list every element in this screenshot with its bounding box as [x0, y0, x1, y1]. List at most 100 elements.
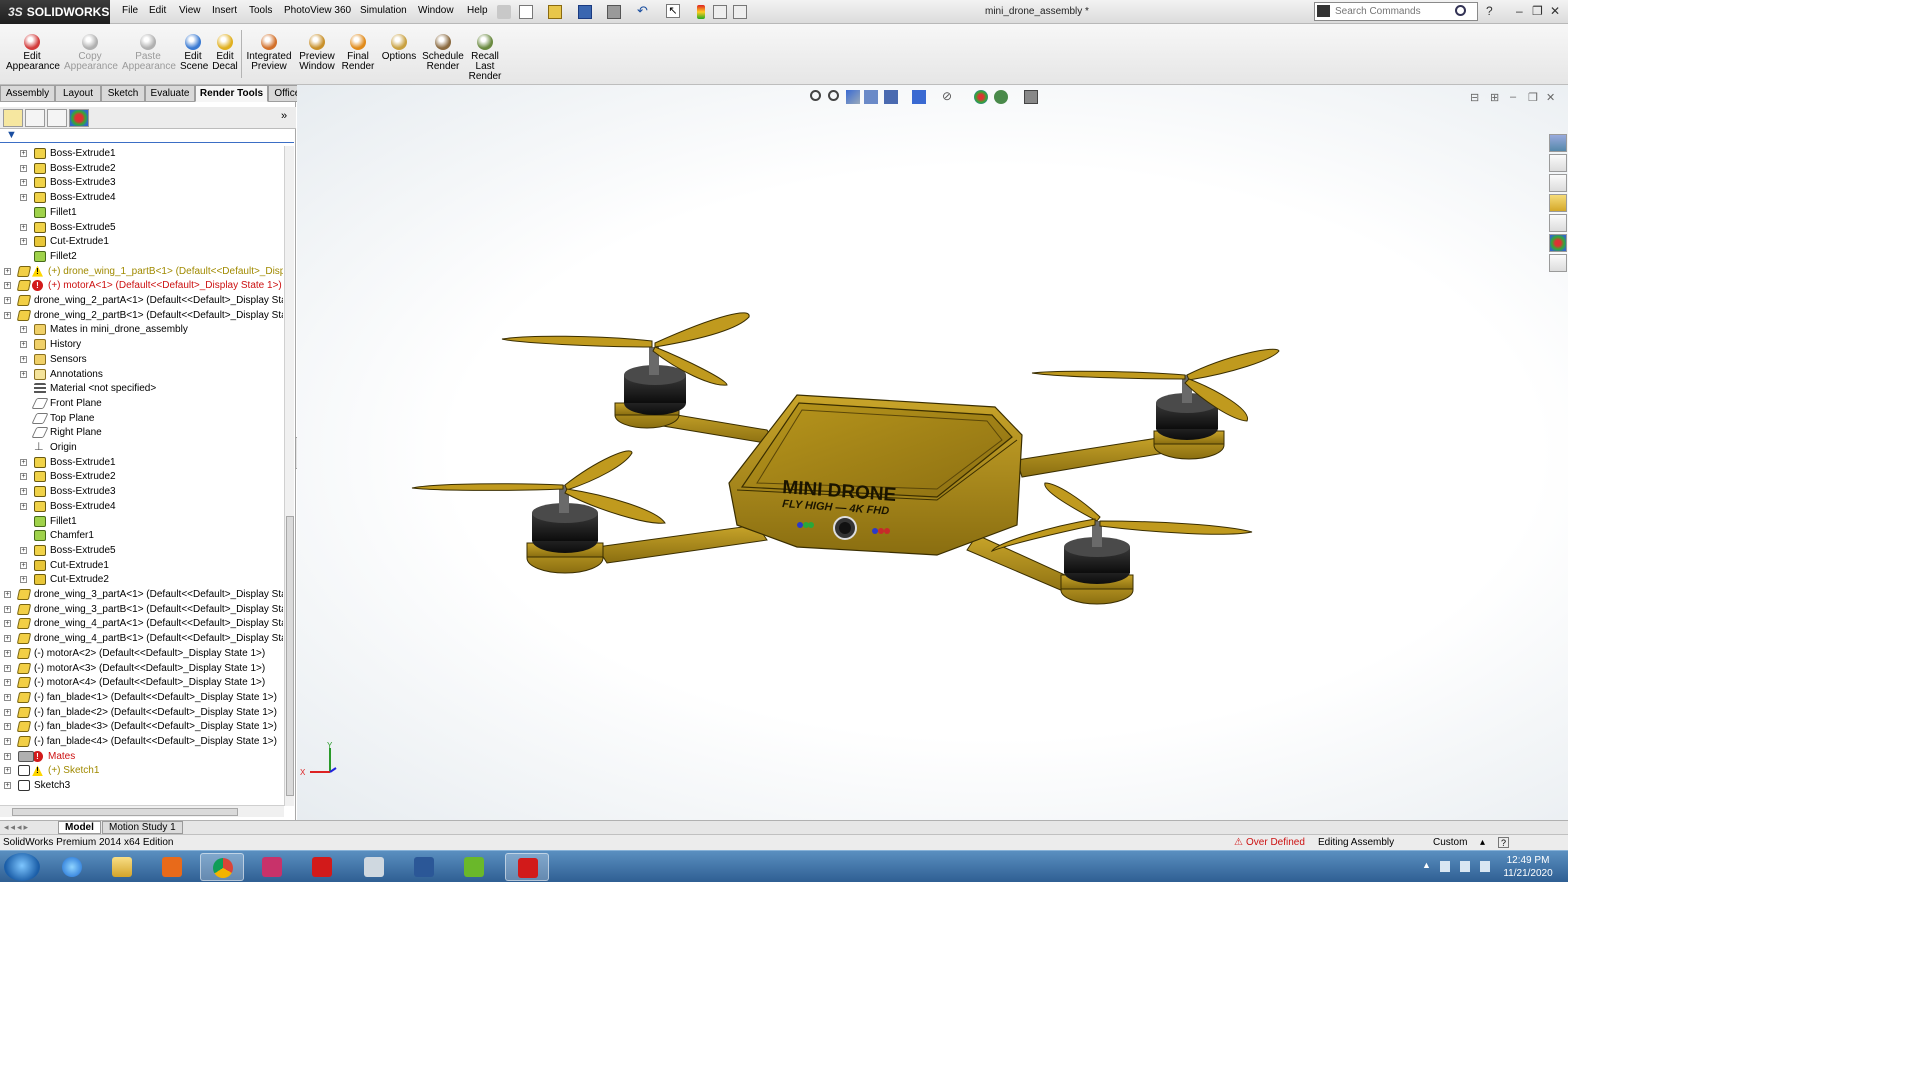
expand-toggle-icon[interactable]: +	[20, 488, 27, 496]
expand-toggle-icon[interactable]: +	[20, 238, 27, 246]
expand-toggle-icon[interactable]: +	[4, 782, 11, 790]
tree-vertical-scrollbar[interactable]	[284, 146, 294, 806]
tree-item[interactable]: + (-) fan_blade<4> (Default<<Default>_Dis…	[0, 734, 283, 749]
tree-item[interactable]: + Boss-Extrude2	[0, 161, 283, 176]
tree-item[interactable]: Top Plane	[0, 411, 283, 426]
expand-toggle-icon[interactable]: +	[4, 605, 11, 613]
expand-toggle-icon[interactable]: +	[4, 591, 11, 598]
tile-vertical-icon[interactable]: ⊞	[1490, 91, 1499, 104]
tree-item[interactable]: + drone_wing_3_partB<1> (Default<<Default…	[0, 602, 283, 617]
taskbar-explorer[interactable]	[100, 853, 144, 881]
viewport-close-icon[interactable]: ✕	[1546, 91, 1555, 104]
expand-toggle-icon[interactable]: +	[4, 679, 11, 687]
ribbon-button-recall-last[interactable]: Recall Last Render	[468, 34, 502, 82]
expand-toggle-icon[interactable]: +	[20, 326, 27, 334]
save-icon[interactable]	[578, 5, 592, 19]
tab-render-tools[interactable]: Render Tools	[195, 85, 268, 102]
tree-item[interactable]: + Mates in mini_drone_assembly	[0, 322, 283, 337]
expand-toggle-icon[interactable]: +	[4, 767, 11, 775]
tree-item[interactable]: Fillet2	[0, 249, 283, 264]
tree-item[interactable]: +! (+) Sketch1	[0, 763, 283, 778]
ribbon-button-copy-appearance[interactable]: Copy Appearance	[64, 34, 118, 72]
help-icon[interactable]: ?	[1486, 4, 1493, 18]
tree-item[interactable]: + Cut-Extrude2	[0, 572, 283, 587]
taskbar-solidworks-2[interactable]	[505, 853, 549, 881]
tree-item[interactable]: + Boss-Extrude3	[0, 175, 283, 190]
expand-toggle-icon[interactable]: +	[20, 370, 27, 378]
appearances-scenes-icon[interactable]	[1549, 234, 1567, 252]
taskbar-word[interactable]	[402, 853, 446, 881]
expand-toggle-icon[interactable]: +	[4, 282, 11, 290]
solidworks-resources-icon[interactable]	[1549, 134, 1567, 152]
tree-item[interactable]: + (-) fan_blade<3> (Default<<Default>_Dis…	[0, 719, 283, 734]
quick-tips-icon[interactable]: ?	[1498, 837, 1509, 848]
expand-toggle-icon[interactable]: +	[4, 267, 11, 275]
expand-pane-icon[interactable]: »	[281, 110, 287, 122]
tree-item[interactable]: + Annotations	[0, 367, 283, 382]
view-orientation-icon[interactable]	[884, 90, 898, 104]
edit-appearance-hud-icon[interactable]	[974, 90, 988, 104]
close-icon[interactable]: ✕	[1550, 4, 1560, 18]
design-library-icon[interactable]	[1549, 154, 1567, 172]
menu-view[interactable]: View	[179, 5, 201, 16]
tree-item[interactable]: + drone_wing_2_partA<1> (Default<<Default…	[0, 293, 283, 308]
expand-toggle-icon[interactable]: +	[20, 223, 27, 231]
menu-window[interactable]: Window	[418, 5, 454, 16]
zoom-to-fit-icon[interactable]	[810, 90, 821, 101]
ribbon-button-options[interactable]: Options	[380, 34, 418, 62]
open-folder-icon[interactable]	[548, 5, 562, 19]
property-manager-tab-icon[interactable]	[25, 109, 45, 127]
restore-icon[interactable]: ❐	[1532, 4, 1543, 18]
expand-toggle-icon[interactable]: +	[20, 355, 27, 363]
tree-item[interactable]: Right Plane	[0, 425, 283, 440]
filter-icon[interactable]: ▼	[6, 129, 17, 141]
tab-layout[interactable]: Layout	[55, 85, 101, 102]
expand-toggle-icon[interactable]: +	[20, 546, 27, 554]
new-document-icon[interactable]	[519, 5, 533, 19]
taskbar-chrome[interactable]	[200, 853, 244, 881]
tree-item[interactable]: + (-) motorA<4> (Default<<Default>_Displa…	[0, 675, 283, 690]
taskbar-solidworks-1[interactable]	[300, 853, 344, 881]
tree-item[interactable]: + Boss-Extrude1	[0, 146, 283, 161]
ribbon-button-integrated-preview[interactable]: Integrated Preview	[246, 34, 292, 72]
tree-item[interactable]: +! Mates	[0, 749, 283, 764]
system-clock[interactable]: 12:49 PM 11/21/2020	[1496, 854, 1560, 880]
action-center-icon[interactable]	[1440, 861, 1450, 872]
tree-horizontal-scrollbar[interactable]	[0, 805, 284, 817]
custom-properties-icon[interactable]	[1549, 254, 1567, 272]
tree-item[interactable]: + Boss-Extrude2	[0, 469, 283, 484]
tree-item[interactable]: + Boss-Extrude5	[0, 220, 283, 235]
tree-item[interactable]: Chamfer1	[0, 528, 283, 543]
ribbon-button-edit-appearance[interactable]: Edit Appearance	[6, 34, 60, 72]
graphics-viewport[interactable]: MINI DRONE FLY HIGH — 4K FHD Y X	[297, 85, 1568, 820]
tab-scroll-arrows-icon[interactable]: ◂◂◂▸	[4, 822, 30, 833]
tree-item[interactable]: + (-) fan_blade<1> (Default<<Default>_Dis…	[0, 690, 283, 705]
tree-item[interactable]: Front Plane	[0, 396, 283, 411]
configuration-manager-tab-icon[interactable]	[47, 109, 67, 127]
tree-item[interactable]: Fillet1	[0, 205, 283, 220]
tree-item[interactable]: + Cut-Extrude1	[0, 234, 283, 249]
tab-motion-study[interactable]: Motion Study 1	[102, 821, 183, 834]
display-style-icon[interactable]	[912, 90, 926, 104]
units-selector[interactable]: Custom	[1433, 835, 1467, 851]
tree-item[interactable]: +! (+) motorA<1> (Default<<Default>_Displ…	[0, 278, 283, 293]
expand-toggle-icon[interactable]: +	[20, 502, 27, 510]
tab-sketch[interactable]: Sketch	[101, 85, 145, 102]
file-explorer-icon[interactable]	[1549, 174, 1567, 192]
hide-show-items-icon[interactable]: ⊘	[942, 90, 956, 104]
undo-icon[interactable]: ↶	[637, 4, 651, 19]
menu-edit[interactable]: Edit	[149, 5, 166, 16]
expand-toggle-icon[interactable]: +	[4, 311, 11, 319]
tree-item[interactable]: Fillet1	[0, 514, 283, 529]
units-dropdown-icon[interactable]: ▴	[1480, 835, 1485, 851]
tree-item[interactable]: + Boss-Extrude4	[0, 499, 283, 514]
expand-toggle-icon[interactable]: +	[4, 752, 11, 760]
ribbon-button-schedule-render[interactable]: Schedule Render	[422, 34, 464, 72]
ribbon-button-paste-appearance[interactable]: Paste Appearance	[122, 34, 176, 72]
search-input[interactable]	[1335, 3, 1455, 19]
tree-item[interactable]: + drone_wing_4_partA<1> (Default<<Default…	[0, 616, 283, 631]
print-icon[interactable]	[607, 5, 621, 19]
menu-simulation[interactable]: Simulation	[360, 5, 407, 16]
taskbar-paint[interactable]	[250, 853, 294, 881]
tab-assembly[interactable]: Assembly	[0, 85, 55, 102]
